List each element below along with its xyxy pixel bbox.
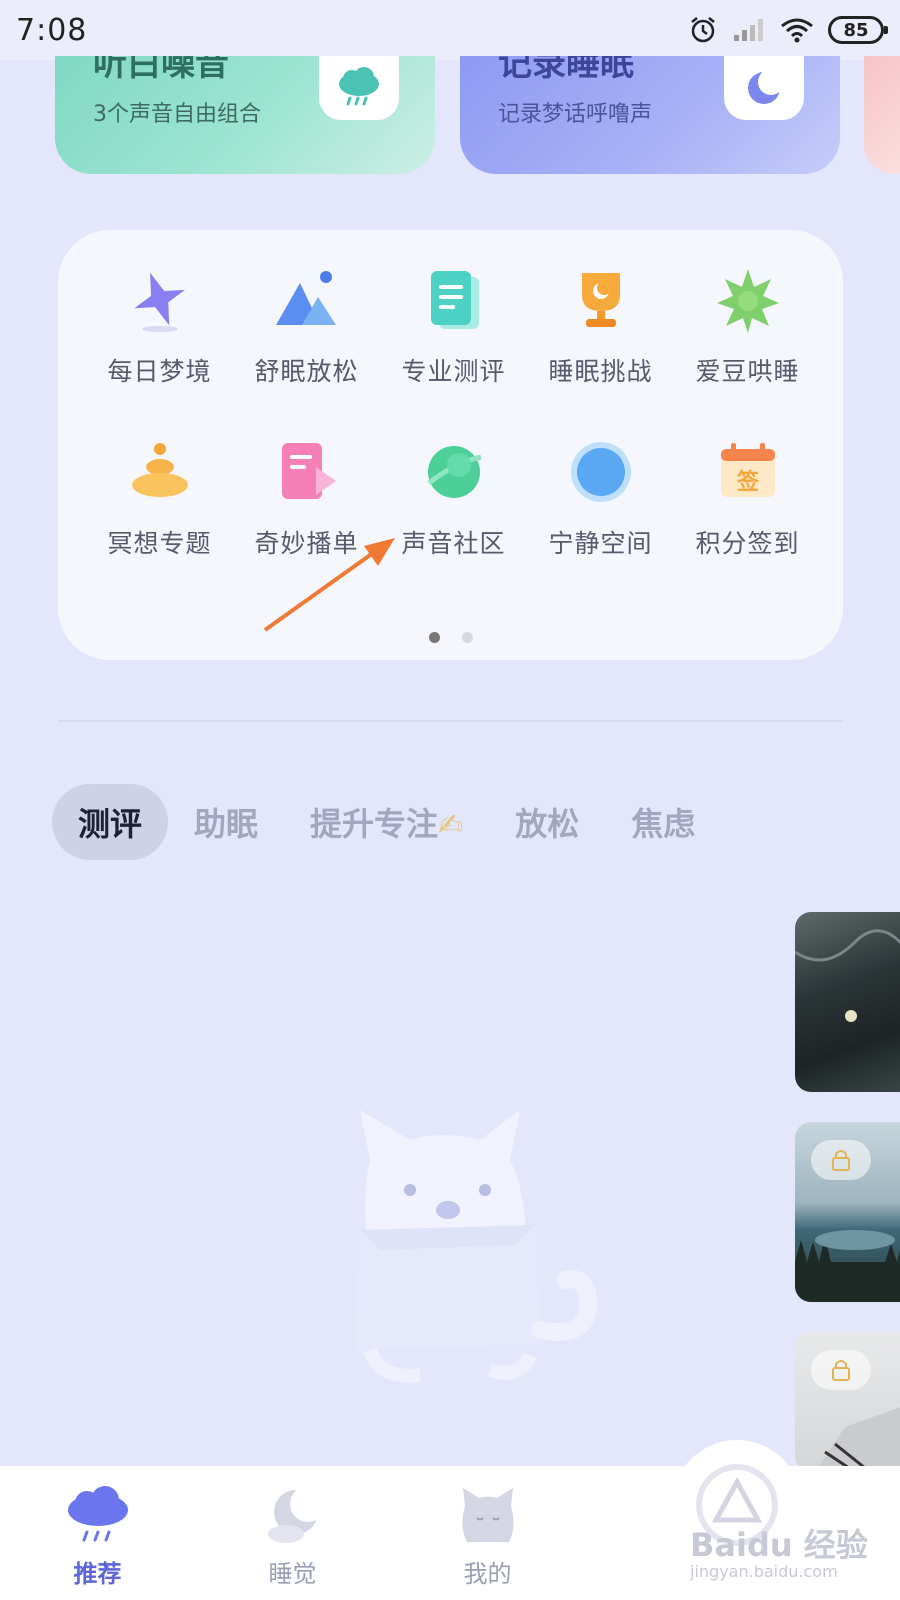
section-divider bbox=[58, 720, 843, 722]
sleep-record-card[interactable]: 记录睡眠 记录梦话呼噜声 bbox=[460, 56, 840, 174]
cloud-rain-icon bbox=[67, 1486, 128, 1542]
feature-panel: 每日梦境 舒眠放松 专业测评 睡眠挑战 爱豆哄睡 冥想专题 奇妙播单 声音社区 … bbox=[58, 230, 843, 660]
card-title: 听白噪音 bbox=[93, 56, 229, 84]
cat-face-icon bbox=[461, 1488, 514, 1542]
grid-item-playlist[interactable]: 奇妙播单 bbox=[233, 432, 380, 560]
tab-label: 提升专注 bbox=[310, 805, 439, 843]
page-indicator bbox=[58, 632, 843, 643]
trophy-icon bbox=[561, 260, 641, 340]
feature-grid: 每日梦境 舒眠放松 专业测评 睡眠挑战 爱豆哄睡 冥想专题 奇妙播单 声音社区 … bbox=[86, 260, 821, 560]
mountain-icon bbox=[267, 260, 347, 340]
grid-item-daily-dream[interactable]: 每日梦境 bbox=[86, 260, 233, 388]
grid-item-label: 声音社区 bbox=[401, 529, 506, 558]
nav-profile[interactable]: 我的 bbox=[390, 1466, 585, 1600]
signal-icon bbox=[734, 19, 763, 41]
nav-sleep[interactable]: 睡觉 bbox=[195, 1466, 390, 1600]
status-time: 7:08 bbox=[16, 12, 88, 48]
grid-item-label: 积分签到 bbox=[695, 529, 800, 558]
calendar-icon: 签 bbox=[708, 432, 788, 512]
document-icon bbox=[414, 260, 494, 340]
playlist-icon bbox=[267, 432, 347, 512]
watermark-brand: Baidu 经验 bbox=[690, 1526, 868, 1564]
card-subtitle: 3个声音自由组合 bbox=[93, 102, 261, 127]
cloud-rain-icon bbox=[319, 56, 399, 120]
planet-icon bbox=[414, 432, 494, 512]
writing-hand-icon: ✍ bbox=[438, 808, 464, 843]
nav-label: 睡觉 bbox=[268, 1560, 317, 1588]
tab-anxiety[interactable]: 焦虑 bbox=[605, 799, 721, 845]
orb-icon bbox=[561, 432, 641, 512]
grid-item-label: 睡眠挑战 bbox=[548, 357, 653, 386]
grid-item-sleep-challenge[interactable]: 睡眠挑战 bbox=[527, 260, 674, 388]
grid-item-quiet-space[interactable]: 宁静空间 bbox=[527, 432, 674, 560]
wifi-icon bbox=[781, 18, 813, 43]
star-icon bbox=[120, 260, 200, 340]
alarm-icon bbox=[691, 17, 715, 43]
status-icons: 85 bbox=[688, 15, 888, 45]
category-tabs: 测评 助眠 提升专注✍ 放松 焦虑 bbox=[52, 784, 721, 860]
page-dot[interactable] bbox=[461, 632, 473, 643]
calendar-badge-text: 签 bbox=[735, 469, 759, 495]
card-title: 记录睡眠 bbox=[498, 56, 634, 84]
grid-item-label: 冥想专题 bbox=[107, 529, 212, 558]
moon-cloud-icon bbox=[267, 1486, 326, 1543]
nav-label: 推荐 bbox=[73, 1560, 122, 1588]
grid-item-label: 爱豆哄睡 bbox=[695, 357, 800, 386]
grid-item-sound-community[interactable]: 声音社区 bbox=[380, 432, 527, 560]
grid-item-label: 每日梦境 bbox=[107, 357, 212, 386]
meditation-icon bbox=[120, 432, 200, 512]
status-bar: 7:08 85 bbox=[0, 0, 900, 60]
grid-item-relax[interactable]: 舒眠放松 bbox=[233, 260, 380, 388]
battery-level: 85 bbox=[843, 19, 869, 41]
nav-label: 我的 bbox=[463, 1560, 512, 1588]
grid-item-assessment[interactable]: 专业测评 bbox=[380, 260, 527, 388]
card-subtitle: 记录梦话呼噜声 bbox=[498, 102, 653, 127]
grid-item-idol-sleep[interactable]: 爱豆哄睡 bbox=[674, 260, 821, 388]
white-noise-card[interactable]: 听白噪音 3个声音自由组合 bbox=[55, 56, 435, 174]
starburst-icon bbox=[708, 260, 788, 340]
grid-item-checkin[interactable]: 签 积分签到 bbox=[674, 432, 821, 560]
grid-item-label: 宁静空间 bbox=[548, 529, 653, 558]
tab-sleep-aid[interactable]: 助眠 bbox=[168, 799, 284, 845]
nav-recommend[interactable]: 推荐 bbox=[0, 1466, 195, 1600]
tab-relax[interactable]: 放松 bbox=[489, 799, 605, 845]
page-dot-active[interactable] bbox=[428, 632, 440, 643]
grid-item-label: 专业测评 bbox=[401, 357, 506, 386]
next-card-peek[interactable] bbox=[864, 56, 900, 174]
content-thumbnail[interactable] bbox=[795, 1332, 900, 1472]
grid-item-label: 舒眠放松 bbox=[254, 357, 359, 386]
battery-indicator: 85 bbox=[828, 16, 888, 44]
content-thumbnail[interactable] bbox=[795, 912, 900, 1092]
watermark-url: jingyan.baidu.com bbox=[690, 1562, 838, 1581]
cat-box-illustration bbox=[355, 1110, 598, 1383]
content-thumbnail[interactable] bbox=[795, 1122, 900, 1302]
grid-item-label: 奇妙播单 bbox=[254, 529, 359, 558]
moon-icon bbox=[724, 56, 804, 120]
grid-item-meditation[interactable]: 冥想专题 bbox=[86, 432, 233, 560]
tab-assessment[interactable]: 测评 bbox=[52, 784, 169, 860]
tab-focus[interactable]: 提升专注✍ bbox=[284, 799, 489, 845]
